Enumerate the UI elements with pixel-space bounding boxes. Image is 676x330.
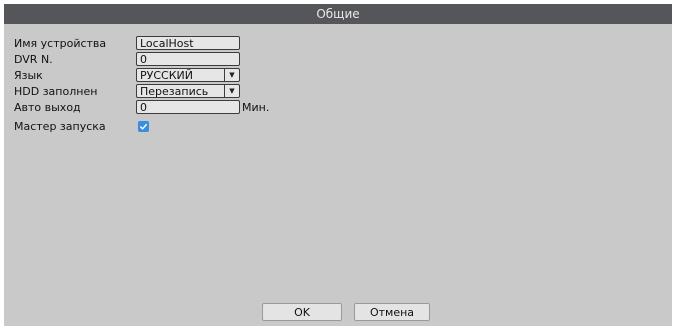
device-name-input[interactable]: LocalHost: [136, 36, 240, 50]
chevron-down-icon[interactable]: ▼: [224, 85, 239, 97]
check-icon: [139, 123, 148, 130]
general-settings-window: Общие Имя устройства LocalHost DVR N. 0 …: [4, 4, 672, 326]
auto-logout-unit: Мин.: [242, 100, 270, 114]
language-select[interactable]: РУССКИЙ ▼: [136, 68, 240, 82]
hdd-full-row: HDD заполнен Перезапись ▼: [14, 83, 240, 99]
window-title: Общие: [4, 4, 672, 24]
dvr-no-input[interactable]: 0: [136, 52, 240, 66]
device-name-row: Имя устройства LocalHost: [14, 35, 240, 51]
cancel-button[interactable]: Отмена: [354, 303, 430, 321]
auto-logout-row: Авто выход 0 Мин.: [14, 99, 269, 115]
dvr-no-label: DVR N.: [14, 52, 53, 66]
auto-logout-label: Авто выход: [14, 100, 81, 114]
ok-button[interactable]: OK: [262, 303, 342, 321]
auto-logout-input[interactable]: 0: [136, 100, 240, 114]
startup-wizard-label: Мастер запуска: [14, 119, 106, 133]
device-name-label: Имя устройства: [14, 36, 107, 50]
chevron-down-icon[interactable]: ▼: [224, 69, 239, 81]
dvr-no-row: DVR N. 0: [14, 51, 240, 67]
hdd-full-value: Перезапись: [140, 84, 209, 98]
startup-wizard-row: Мастер запуска: [14, 118, 149, 134]
language-value: РУССКИЙ: [140, 68, 193, 82]
hdd-full-label: HDD заполнен: [14, 84, 98, 98]
startup-wizard-checkbox[interactable]: [138, 120, 149, 132]
hdd-full-select[interactable]: Перезапись ▼: [136, 84, 240, 98]
language-label: Язык: [14, 68, 43, 82]
language-row: Язык РУССКИЙ ▼: [14, 67, 240, 83]
